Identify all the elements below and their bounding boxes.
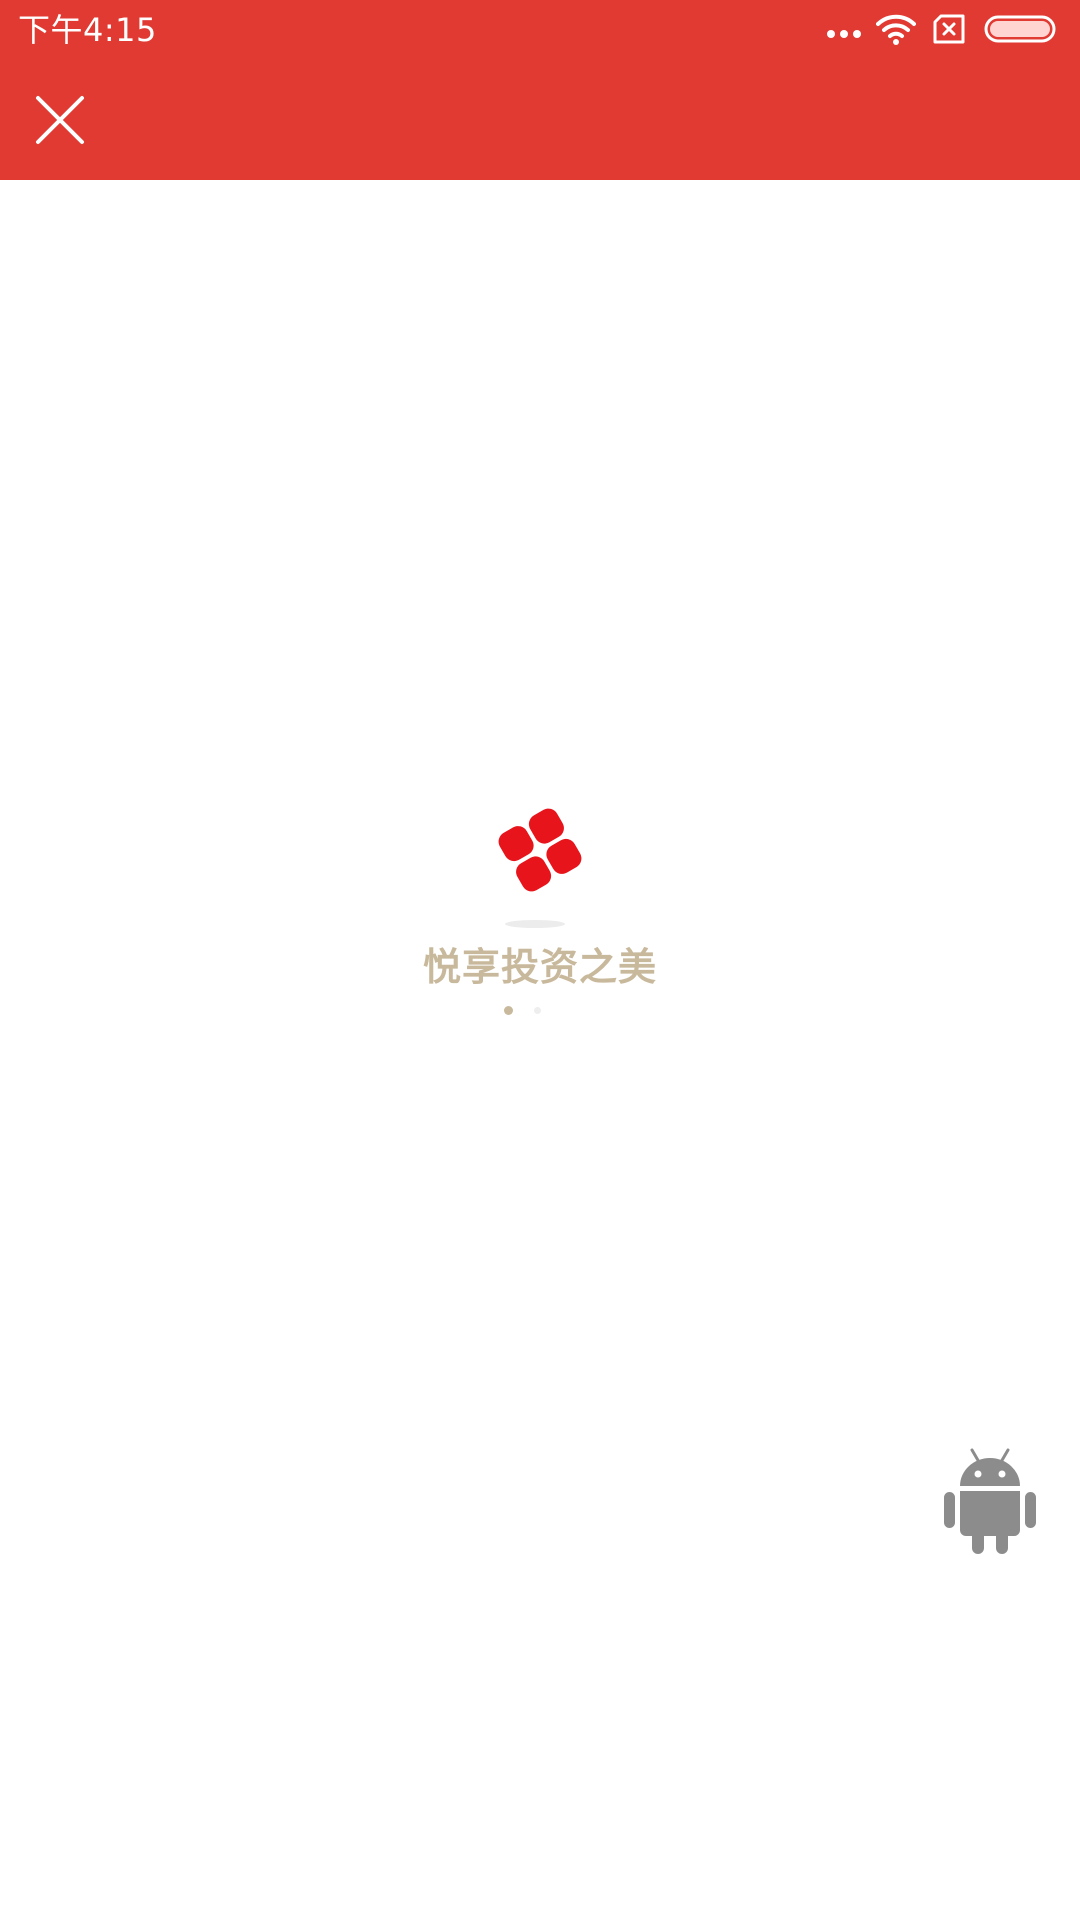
loading-indicator: 悦享投资之美 xyxy=(0,790,1080,1030)
android-float-button[interactable] xyxy=(942,1444,1038,1556)
sim-off-icon xyxy=(933,14,965,44)
indicator-dot-inactive xyxy=(534,1007,541,1014)
indicator-dot-active xyxy=(504,1006,513,1015)
slogan-text: 悦享投资之美 xyxy=(422,945,657,989)
battery-icon xyxy=(984,15,1056,43)
wifi-icon xyxy=(876,14,916,45)
status-bar: 下午4:15 xyxy=(0,0,1080,62)
close-button[interactable] xyxy=(30,90,90,150)
app-screen: 下午4:15 悦享投资之美 xyxy=(0,0,1080,1920)
header: 下午4:15 xyxy=(0,0,1080,180)
more-dots-icon xyxy=(827,30,861,38)
page-indicator xyxy=(504,1006,544,1016)
status-time: 下午4:15 xyxy=(18,11,157,49)
logo-shadow xyxy=(505,920,565,928)
status-icons xyxy=(826,12,1066,48)
android-icon xyxy=(944,1448,1036,1554)
brand-logo-icon xyxy=(498,808,582,892)
close-icon xyxy=(36,96,84,144)
